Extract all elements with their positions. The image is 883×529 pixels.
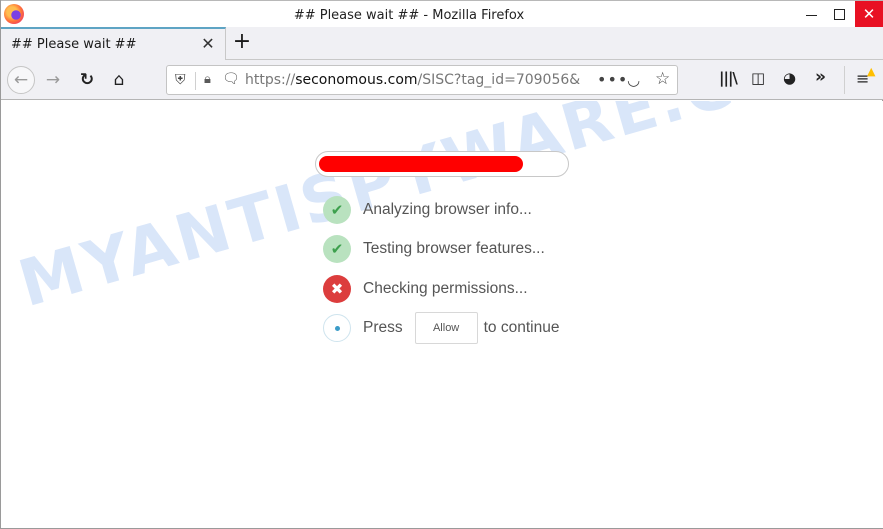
pocket-icon[interactable]: ◡	[627, 71, 640, 89]
maximize-button[interactable]	[825, 1, 853, 27]
error-x-icon: ✖	[323, 275, 351, 303]
lock-icon[interactable]: 🔒︎	[204, 72, 211, 87]
step-label: Checking permissions...	[363, 280, 528, 297]
back-button[interactable]: ←	[7, 66, 35, 94]
home-button[interactable]: ⌂	[105, 66, 133, 94]
bookmark-star-icon[interactable]: ☆	[655, 69, 670, 89]
check-icon: ✔	[323, 196, 351, 224]
tab-close-icon[interactable]: ✕	[200, 34, 216, 53]
allow-button[interactable]: Allow	[414, 312, 478, 344]
close-window-button[interactable]: ✕	[855, 1, 883, 27]
minimize-icon	[805, 14, 817, 16]
permissions-icon[interactable]: 🗨︎	[222, 71, 240, 87]
step-checking-permissions: ✖ Checking permissions...	[323, 274, 528, 304]
back-arrow-icon: ←	[13, 70, 29, 90]
toolbar-separator	[844, 66, 845, 94]
overflow-chevron-icon[interactable]: »	[815, 67, 826, 87]
window-title: ## Please wait ## - Mozilla Firefox	[293, 8, 525, 23]
forward-arrow-icon: →	[45, 70, 61, 90]
tab-please-wait[interactable]: ## Please wait ## ✕	[1, 27, 226, 60]
home-icon: ⌂	[113, 70, 125, 90]
tab-bar: ## Please wait ## ✕ +	[1, 27, 883, 60]
step-label: Testing browser features...	[363, 240, 545, 257]
progress-bar-fill	[319, 156, 523, 172]
step-testing: ✔ Testing browser features...	[323, 234, 545, 264]
url-separator	[195, 72, 196, 90]
navigation-toolbar: ← → ↻ ⌂ ⛨ 🔒︎ 🗨︎ https://seconomous.com/S…	[1, 60, 883, 100]
tracking-shield-icon[interactable]: ⛨	[175, 72, 186, 88]
step-label: Analyzing browser info...	[363, 201, 532, 218]
title-bar: ## Please wait ## - Mozilla Firefox ✕	[1, 0, 883, 29]
reload-icon: ↻	[79, 70, 95, 90]
step-press-allow: Press Allow to continue	[323, 312, 560, 344]
url-host: seconomous.com	[295, 72, 418, 88]
pending-dot-icon	[323, 314, 351, 342]
step-suffix: to continue	[483, 319, 560, 336]
tab-title: ## Please wait ##	[11, 37, 137, 52]
step-analyzing: ✔ Analyzing browser info...	[323, 195, 532, 225]
forward-button[interactable]: →	[39, 66, 67, 94]
url-scheme: https://	[245, 72, 296, 88]
browser-window: ## Please wait ## - Mozilla Firefox ✕ ##…	[0, 0, 883, 529]
reload-button[interactable]: ↻	[73, 66, 101, 94]
check-icon: ✔	[323, 235, 351, 263]
url-text[interactable]: https://seconomous.com/SISC?tag_id=70905…	[245, 72, 593, 88]
update-warning-icon: ▲	[867, 65, 876, 78]
page-actions-more-icon[interactable]: •••	[597, 70, 628, 89]
url-path: /SISC?tag_id=709056&	[417, 72, 581, 88]
sidebar-icon[interactable]: ◫	[751, 69, 765, 87]
progress-bar	[315, 151, 569, 177]
library-icon[interactable]: |||\	[719, 69, 738, 87]
step-label: Press	[363, 319, 403, 336]
page-content: MYANTISPYWARE.COM ✔ Analyzing browser in…	[1, 101, 883, 528]
close-icon: ✕	[862, 5, 876, 23]
maximize-icon	[833, 8, 845, 20]
new-tab-button[interactable]: +	[231, 30, 253, 54]
minimize-button[interactable]	[797, 1, 825, 27]
tracker-warning-icon[interactable]: ◕	[783, 69, 796, 87]
url-bar[interactable]: ⛨ 🔒︎ 🗨︎ https://seconomous.com/SISC?tag_…	[166, 65, 678, 95]
